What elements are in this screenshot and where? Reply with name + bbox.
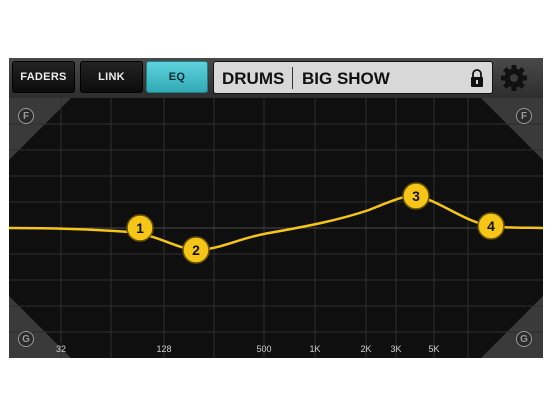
gain-corner-bottom-right[interactable]: G bbox=[516, 331, 532, 347]
eq-band-2[interactable]: 2 bbox=[182, 236, 210, 264]
gain-corner-bottom-left[interactable]: G bbox=[18, 331, 34, 347]
lock-icon[interactable] bbox=[470, 68, 484, 88]
eq-band-1[interactable]: 1 bbox=[126, 214, 154, 242]
freq-label: 1K bbox=[309, 344, 321, 354]
eq-band-3[interactable]: 3 bbox=[402, 182, 430, 210]
filter-corner-top-left[interactable]: F bbox=[18, 108, 34, 124]
band-1-label: 1 bbox=[136, 220, 144, 236]
eq-app: FADERS LINK EQ DRUMS BIG SHOW 1 2 3 4 F … bbox=[9, 58, 543, 358]
freq-label: 3K bbox=[390, 344, 402, 354]
eq-graph-canvas: 1 2 3 4 bbox=[9, 98, 543, 358]
eq-button[interactable]: EQ bbox=[146, 61, 208, 93]
freq-label: 500 bbox=[256, 344, 272, 354]
channel-name: DRUMS bbox=[222, 69, 285, 88]
eq-graph[interactable]: 1 2 3 4 F F G G 32 128 500 1K 2K 3K 5K bbox=[9, 98, 543, 358]
freq-label: 5K bbox=[428, 344, 440, 354]
freq-label: 2K bbox=[360, 344, 372, 354]
scene-name: BIG SHOW bbox=[302, 69, 390, 88]
freq-label: 32 bbox=[55, 344, 67, 354]
eq-band-4[interactable]: 4 bbox=[477, 212, 505, 240]
band-3-label: 3 bbox=[412, 188, 420, 204]
channel-label-box[interactable]: DRUMS BIG SHOW bbox=[213, 61, 493, 94]
faders-button[interactable]: FADERS bbox=[12, 61, 75, 93]
band-4-label: 4 bbox=[487, 218, 495, 234]
band-2-label: 2 bbox=[192, 242, 200, 258]
filter-corner-top-right[interactable]: F bbox=[516, 108, 532, 124]
link-button[interactable]: LINK bbox=[80, 61, 143, 93]
label-divider bbox=[292, 67, 293, 89]
gear-icon[interactable] bbox=[499, 63, 529, 93]
toolbar: FADERS LINK EQ DRUMS BIG SHOW bbox=[9, 58, 543, 99]
freq-label: 128 bbox=[156, 344, 172, 354]
